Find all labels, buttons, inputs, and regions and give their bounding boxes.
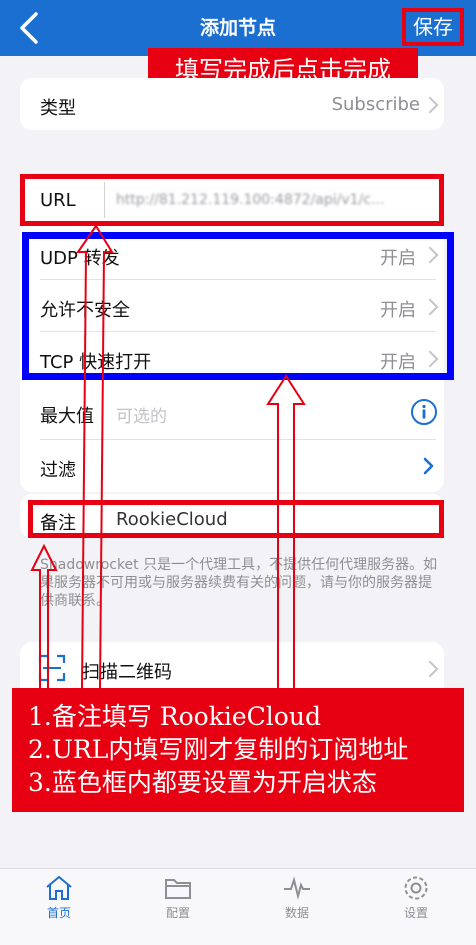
tab-home[interactable]: 首页 (19, 874, 99, 921)
tab-data[interactable]: 数据 (257, 874, 337, 921)
home-icon (46, 875, 72, 900)
tab-settings[interactable]: 设置 (376, 874, 456, 921)
tab-label: 配置 (165, 906, 190, 920)
gear-icon (404, 876, 428, 900)
folder-icon (165, 879, 191, 899)
tab-label: 数据 (284, 906, 309, 920)
tab-label: 首页 (46, 906, 71, 920)
tab-label: 设置 (403, 906, 428, 920)
pulse-icon (284, 876, 310, 900)
tab-config[interactable]: 配置 (138, 874, 218, 921)
annotation-arrows (30, 224, 306, 689)
